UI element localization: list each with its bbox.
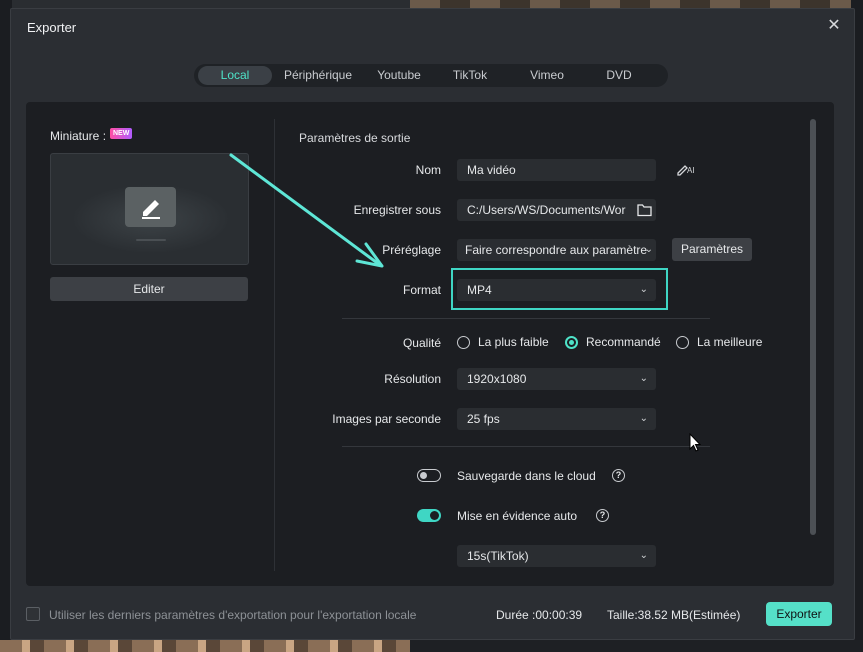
tab-youtube[interactable]: Youtube: [364, 66, 434, 85]
cloud-backup-label: Sauvegarde dans le cloud: [457, 469, 596, 483]
tab-vimeo[interactable]: Vimeo: [506, 66, 588, 85]
ai-pen-icon[interactable]: AI: [676, 161, 696, 177]
fps-select[interactable]: 25 fps ⌄: [457, 408, 656, 430]
save-to-label: Enregistrer sous: [353, 203, 441, 217]
ai-label: AI: [687, 166, 695, 175]
settings-panel: Miniature : NEW Editer Paramètres de sor…: [26, 102, 834, 586]
highlight-duration-value: 15s(TikTok): [467, 549, 529, 563]
thumbnail-shadow: [136, 239, 166, 241]
chevron-down-icon: ⌄: [639, 413, 648, 424]
auto-highlight-label: Mise en évidence auto: [457, 509, 578, 523]
edit-thumbnail-button[interactable]: Editer: [50, 277, 248, 301]
resolution-label: Résolution: [384, 372, 441, 386]
resolution-select[interactable]: 1920x1080 ⌄: [457, 368, 656, 390]
quality-label: Qualité: [402, 336, 441, 350]
export-tabs: Local Périphérique Youtube TikTok Vimeo …: [194, 64, 668, 87]
background-timeline-bottom: [0, 640, 863, 652]
radio-selected-icon: [565, 335, 578, 349]
save-path-input[interactable]: C:/Users/WS/Documents/Wor: [457, 199, 656, 221]
mouse-cursor: [689, 433, 702, 452]
quality-recommended-label: Recommandé: [586, 335, 661, 349]
close-icon[interactable]: ✕: [826, 18, 842, 34]
scrollbar[interactable]: [810, 119, 816, 535]
divider-2: [342, 446, 710, 447]
radio-icon: [457, 335, 470, 349]
quality-best-radio[interactable]: La meilleure: [676, 335, 762, 349]
pencil-icon: [125, 187, 176, 227]
auto-highlight-toggle[interactable]: [417, 509, 441, 522]
chevron-down-icon: ⌄: [639, 373, 648, 384]
section-title: Paramètres de sortie: [299, 131, 411, 145]
format-value: MP4: [467, 283, 492, 297]
tab-tiktok[interactable]: TikTok: [434, 66, 506, 85]
new-badge: NEW: [110, 128, 133, 139]
reuse-settings-label: Utiliser les derniers paramètres d'expor…: [49, 608, 417, 622]
duration-text: Durée :00:00:39: [496, 608, 583, 622]
tab-peripherique[interactable]: Périphérique: [272, 66, 364, 85]
preset-value: Faire correspondre aux paramètre: [465, 243, 648, 257]
divider-1: [342, 318, 710, 319]
cloud-backup-toggle[interactable]: [417, 469, 441, 482]
background-dark-strip: [410, 640, 863, 652]
format-select[interactable]: MP4 ⌄: [457, 279, 656, 301]
reuse-settings-checkbox[interactable]: [26, 607, 40, 621]
background-thumbnails: [410, 0, 863, 8]
preset-select[interactable]: Faire correspondre aux paramètre ⌄: [457, 239, 656, 261]
quality-lowest-label: La plus faible: [478, 335, 549, 349]
save-path-value: C:/Users/WS/Documents/Wor: [467, 203, 626, 217]
preset-label: Préréglage: [382, 243, 441, 257]
size-text: Taille:38.52 MB(Estimée): [607, 608, 741, 622]
highlight-duration-select[interactable]: 15s(TikTok) ⌄: [457, 545, 656, 567]
thumbnail-preview[interactable]: [50, 153, 249, 265]
export-button[interactable]: Exporter: [766, 602, 832, 626]
quality-recommended-radio[interactable]: Recommandé: [565, 335, 661, 349]
radio-icon: [676, 335, 689, 349]
tab-dvd[interactable]: DVD: [588, 66, 650, 85]
help-icon[interactable]: ?: [612, 469, 625, 482]
chevron-down-icon: ⌄: [639, 284, 648, 295]
parameters-button[interactable]: Paramètres: [672, 238, 752, 261]
fps-label: Images par seconde: [332, 412, 441, 426]
chevron-down-icon: ⌄: [639, 550, 648, 561]
chevron-down-icon: ⌄: [644, 244, 653, 255]
name-input[interactable]: Ma vidéo: [457, 159, 656, 181]
background-timeline-top: [0, 0, 863, 8]
folder-icon[interactable]: [637, 202, 652, 221]
format-label: Format: [402, 283, 441, 297]
fps-value: 25 fps: [467, 412, 500, 426]
dialog-title: Exporter: [27, 20, 77, 35]
help-icon[interactable]: ?: [596, 509, 609, 522]
tab-local[interactable]: Local: [198, 66, 272, 85]
export-dialog: Exporter ✕ Local Périphérique Youtube Ti…: [10, 8, 855, 640]
quality-lowest-radio[interactable]: La plus faible: [457, 335, 549, 349]
thumbnail-label: Miniature :: [50, 129, 107, 143]
resolution-value: 1920x1080: [467, 372, 527, 386]
name-label: Nom: [415, 163, 441, 177]
quality-best-label: La meilleure: [697, 335, 763, 349]
